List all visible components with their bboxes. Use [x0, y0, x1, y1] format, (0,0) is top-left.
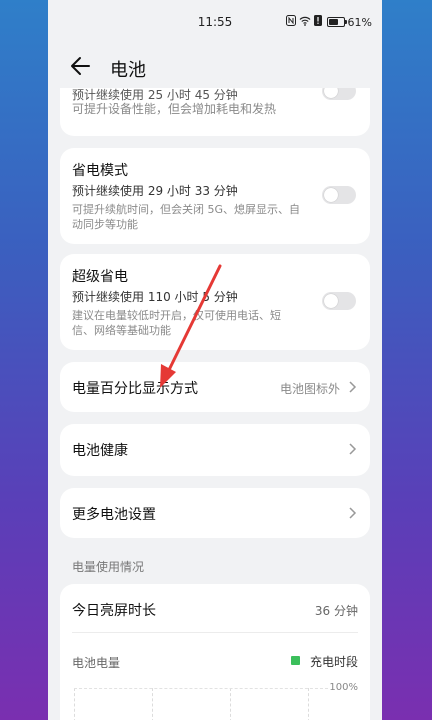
annotation-arrow-icon	[160, 264, 222, 388]
phone-screen: 11:55 61% 电池 预计继续使用 25 小时 45 分钟 可提升设备性能，…	[48, 0, 382, 720]
